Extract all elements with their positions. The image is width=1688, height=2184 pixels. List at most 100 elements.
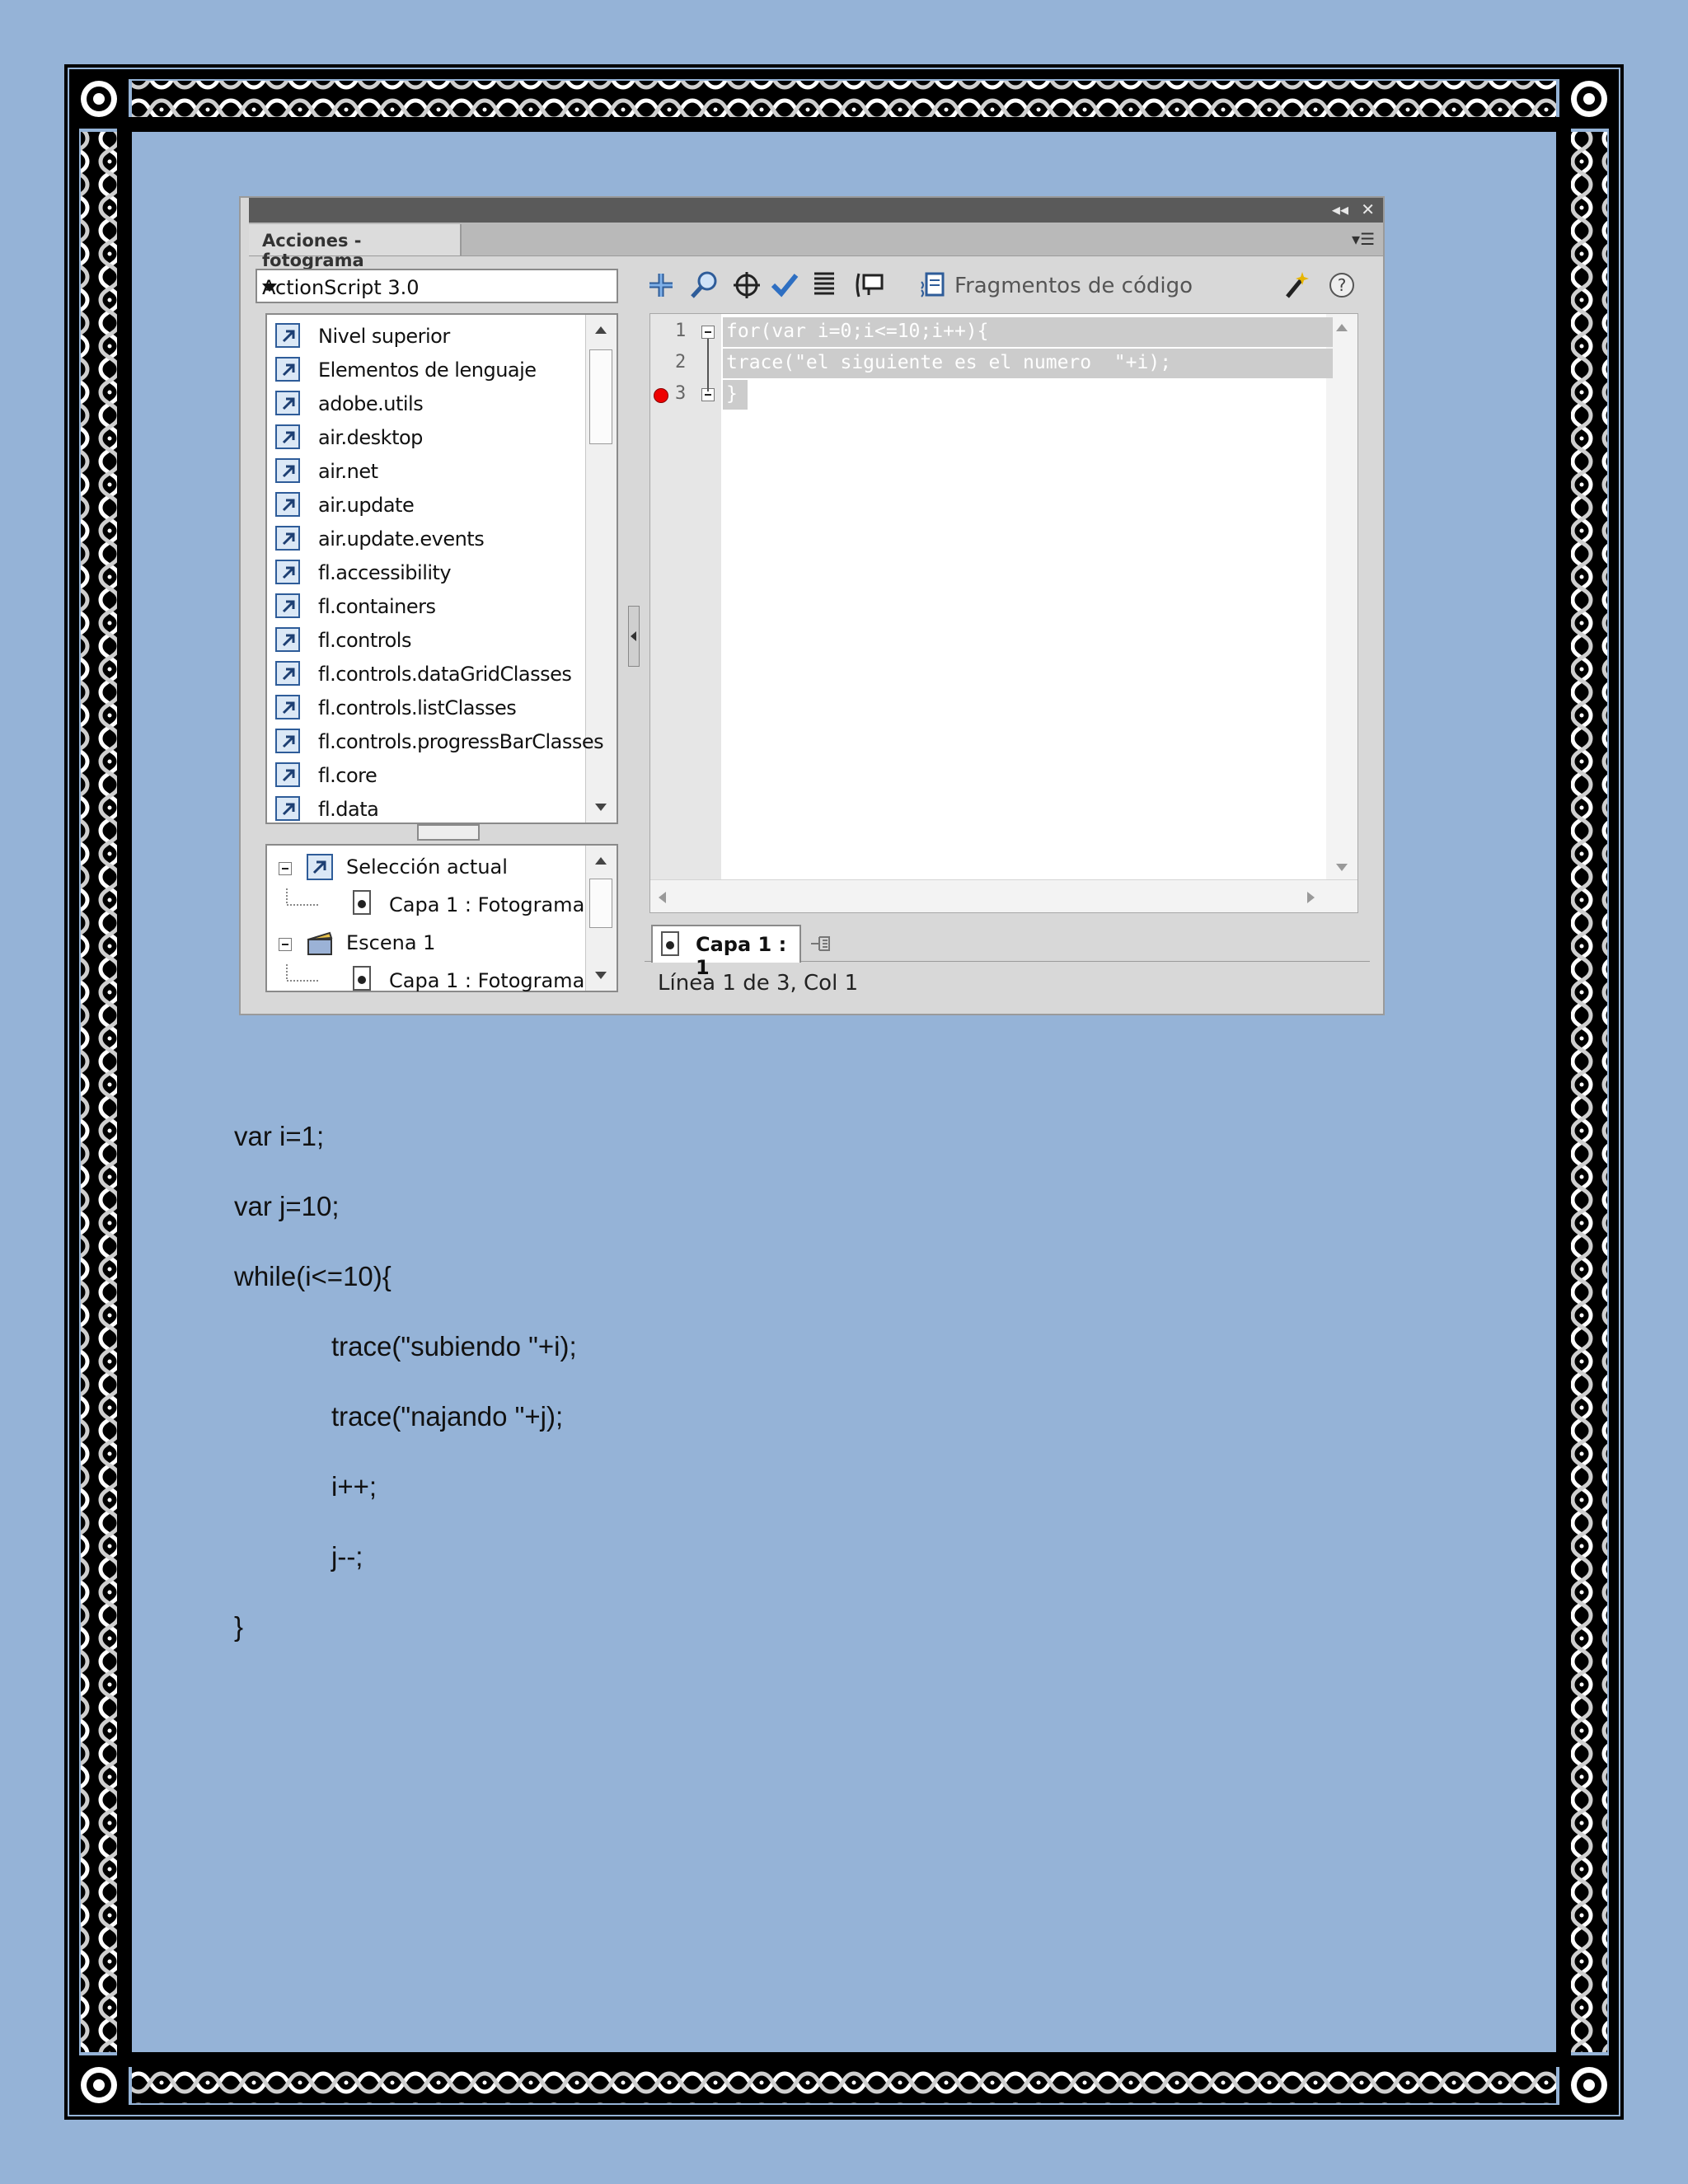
toolbox-item-label: air.net [318,460,378,483]
code-paragraph: trace("najando "+j); [331,1401,564,1432]
scroll-thumb[interactable] [589,349,612,444]
scroll-right-icon[interactable] [1307,892,1315,903]
editor-horizontal-scrollbar[interactable] [650,879,1357,912]
pin-script-icon[interactable] [809,933,834,954]
package-icon [307,854,333,880]
add-statement-icon[interactable] [645,269,678,302]
scroll-left-icon[interactable] [659,892,666,903]
close-icon[interactable]: ✕ [1361,200,1375,218]
code-text: trace("el siguiente es el numero "+i); [726,352,1172,373]
collapse-toggle-icon[interactable] [279,938,292,951]
package-icon [275,762,300,787]
pane-resize-grip[interactable] [417,824,480,841]
language-select[interactable]: ActionScript 3.0 [256,269,618,303]
tree-connector [286,888,318,906]
package-icon [275,492,300,517]
svg-text:?: ? [1338,275,1347,295]
line-number: 2 [675,352,687,373]
nav-label: Capa 1 : Fotograma 1 [389,893,604,916]
code-paragraph: trace("subiendo "+i); [331,1331,577,1361]
toolbox-item-label: fl.core [318,764,377,787]
toolbox-item-label: fl.containers [318,595,436,618]
package-icon [275,424,300,449]
nav-item-scene-frame[interactable]: Capa 1 : Fotograma 1 [267,964,603,1001]
nav-label: Selección actual [346,855,508,879]
frame-icon [661,931,679,956]
code-line[interactable]: 2 trace("el siguiente es el numero "+i); [650,349,1343,380]
scroll-up-icon[interactable] [595,857,607,865]
panel-menu-icon[interactable]: ▾☰ [1352,229,1375,250]
actions-toolbar: Fragmentos de código ? [645,264,1378,310]
snippets-icon[interactable] [917,269,950,302]
scroll-down-icon[interactable] [595,972,607,979]
check-syntax-icon[interactable] [768,269,801,302]
frame-icon [353,966,371,991]
package-icon [275,627,300,652]
help-icon[interactable]: ? [1325,269,1358,302]
corner-ornament-br [1559,2055,1619,2115]
wizard-icon[interactable] [1279,269,1312,302]
line-number: 1 [675,321,687,341]
panel-title-bar: ◂◂ ✕ [249,198,1383,223]
package-icon [275,391,300,415]
toolbox-item-label: adobe.utils [318,392,424,415]
panel-tab-strip: Acciones - fotograma ▾☰ [249,223,1383,270]
collapse-toggle-icon[interactable] [279,862,292,875]
nav-label: Escena 1 [346,931,436,954]
nav-item-current-frame[interactable]: Capa 1 : Fotograma 1 [267,888,603,925]
pane-collapse-handle[interactable] [628,606,640,667]
scroll-down-icon[interactable] [595,804,607,811]
scroll-thumb[interactable] [589,879,612,928]
package-icon [275,458,300,483]
scroll-up-icon[interactable] [595,326,607,334]
code-snippets-button[interactable]: Fragmentos de código [954,274,1193,298]
status-line: Línea 1 de 3, Col 1 [658,971,859,996]
corner-ornament-tr [1559,69,1619,129]
toolbox-item-label: fl.controls [318,629,411,652]
package-icon [275,357,300,382]
code-paragraph: var i=1; [234,1121,325,1151]
corner-ornament-bl [69,2055,129,2115]
language-selected-label: ActionScript 3.0 [262,276,420,299]
fold-collapse-icon[interactable] [701,326,715,339]
package-icon [275,323,300,348]
actions-panel: ◂◂ ✕ Acciones - fotograma ▾☰ ActionScrip… [239,196,1385,1015]
package-icon [275,560,300,584]
corner-ornament-tl [69,69,129,129]
tab-actions-frame[interactable]: Acciones - fotograma [249,224,462,270]
code-hint-icon[interactable] [854,269,887,302]
script-editor[interactable]: 1 for(var i=0;i<=10;i++){ 2 trace("el sigui… [649,313,1358,913]
actions-toolbox-list[interactable]: Nivel superior Elementos de lenguaje adobe… [265,313,618,824]
nav-item-current-selection[interactable]: Selección actual [267,851,580,887]
toolbox-item-label: fl.controls.progressBarClasses [318,730,604,753]
toolbox-item-label: fl.data [318,798,379,821]
collapse-panel-icon[interactable]: ◂◂ [1332,200,1348,218]
code-paragraph: while(i<=10){ [234,1261,392,1291]
chevron-down-icon [262,284,277,292]
code-line[interactable]: 1 for(var i=0;i<=10;i++){ [650,317,1343,349]
package-icon [275,695,300,719]
code-paragraph: } [234,1611,244,1642]
nav-item-scene[interactable]: Escena 1 [267,926,580,963]
target-path-icon[interactable] [730,269,763,302]
frame-icon [353,890,371,915]
code-line[interactable]: 3} [650,380,1343,411]
navigator-scrollbar[interactable] [585,846,617,991]
package-icon [275,729,300,753]
scroll-down-icon[interactable] [1336,864,1348,871]
breakpoint-icon[interactable] [654,388,668,403]
line-number: 3 [675,383,687,404]
auto-format-icon[interactable] [808,269,841,302]
code-paragraph: j--; [331,1541,363,1572]
toolbox-item-label: air.update [318,494,415,517]
find-icon[interactable] [687,269,720,302]
nav-label: Capa 1 : Fotograma 1 [389,969,604,992]
package-icon [275,796,300,821]
tree-connector [286,964,318,982]
package-icon [275,526,300,551]
fold-guide [707,339,709,391]
toolbox-item-label: Nivel superior [318,325,450,348]
package-icon [275,661,300,686]
toolbox-item-label: Elementos de lenguaje [318,359,537,382]
tab-script-document[interactable]: Capa 1 : 1 [651,925,801,979]
